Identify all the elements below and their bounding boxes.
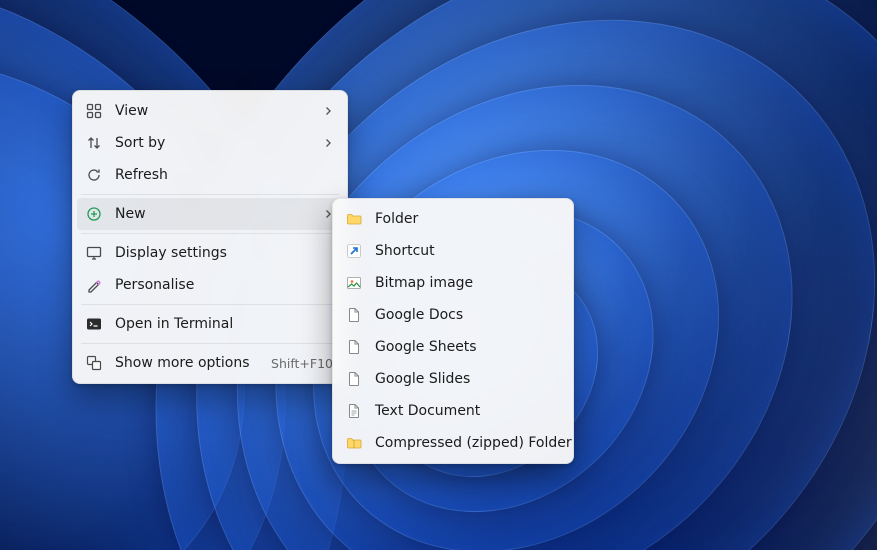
chevron-right-icon: [323, 138, 333, 148]
shortcut-icon: [345, 242, 363, 260]
submenu-item-google-sheets[interactable]: Google Sheets: [337, 331, 569, 363]
folder-icon: [345, 210, 363, 228]
submenu-item-folder[interactable]: Folder: [337, 203, 569, 235]
submenu-item-label: Google Slides: [375, 371, 559, 387]
menu-item-accelerator: Shift+F10: [271, 356, 333, 371]
submenu-item-label: Google Docs: [375, 307, 559, 323]
menu-item-display-settings[interactable]: Display settings: [77, 237, 343, 269]
text-document-icon: [345, 402, 363, 420]
refresh-icon: [85, 166, 103, 184]
submenu-item-label: Text Document: [375, 403, 559, 419]
new-icon: [85, 205, 103, 223]
menu-item-label: Open in Terminal: [115, 316, 333, 332]
submenu-item-bitmap-image[interactable]: Bitmap image: [337, 267, 569, 299]
menu-item-label: Display settings: [115, 245, 333, 261]
submenu-item-shortcut[interactable]: Shortcut: [337, 235, 569, 267]
submenu-item-label: Shortcut: [375, 243, 559, 259]
view-icon: [85, 102, 103, 120]
terminal-icon: [85, 315, 103, 333]
submenu-item-text-document[interactable]: Text Document: [337, 395, 569, 427]
menu-item-label: Show more options: [115, 355, 261, 371]
menu-separator: [81, 233, 339, 234]
menu-separator: [81, 343, 339, 344]
new-submenu: Folder Shortcut Bitmap image Goo: [332, 198, 574, 464]
menu-item-new[interactable]: New: [77, 198, 343, 230]
menu-separator: [81, 194, 339, 195]
chevron-right-icon: [323, 106, 333, 116]
menu-item-label: Refresh: [115, 167, 333, 183]
menu-item-open-in-terminal[interactable]: Open in Terminal: [77, 308, 343, 340]
menu-item-view[interactable]: View: [77, 95, 343, 127]
menu-item-label: Personalise: [115, 277, 333, 293]
display-settings-icon: [85, 244, 103, 262]
submenu-item-google-docs[interactable]: Google Docs: [337, 299, 569, 331]
google-slides-icon: [345, 370, 363, 388]
submenu-item-label: Compressed (zipped) Folder: [375, 435, 572, 451]
submenu-item-google-slides[interactable]: Google Slides: [337, 363, 569, 395]
google-docs-icon: [345, 306, 363, 324]
sort-icon: [85, 134, 103, 152]
menu-item-sort-by[interactable]: Sort by: [77, 127, 343, 159]
desktop-context-menu: View Sort by Refresh: [72, 90, 348, 384]
menu-item-personalise[interactable]: Personalise: [77, 269, 343, 301]
submenu-item-label: Google Sheets: [375, 339, 559, 355]
menu-item-label: Sort by: [115, 135, 313, 151]
show-more-options-icon: [85, 354, 103, 372]
menu-item-label: View: [115, 103, 313, 119]
submenu-item-compressed-folder[interactable]: Compressed (zipped) Folder: [337, 427, 569, 459]
personalise-icon: [85, 276, 103, 294]
google-sheets-icon: [345, 338, 363, 356]
bitmap-image-icon: [345, 274, 363, 292]
submenu-item-label: Bitmap image: [375, 275, 559, 291]
menu-separator: [81, 304, 339, 305]
compressed-folder-icon: [345, 434, 363, 452]
menu-item-label: New: [115, 206, 313, 222]
menu-item-show-more-options[interactable]: Show more options Shift+F10: [77, 347, 343, 379]
submenu-item-label: Folder: [375, 211, 559, 227]
menu-item-refresh[interactable]: Refresh: [77, 159, 343, 191]
